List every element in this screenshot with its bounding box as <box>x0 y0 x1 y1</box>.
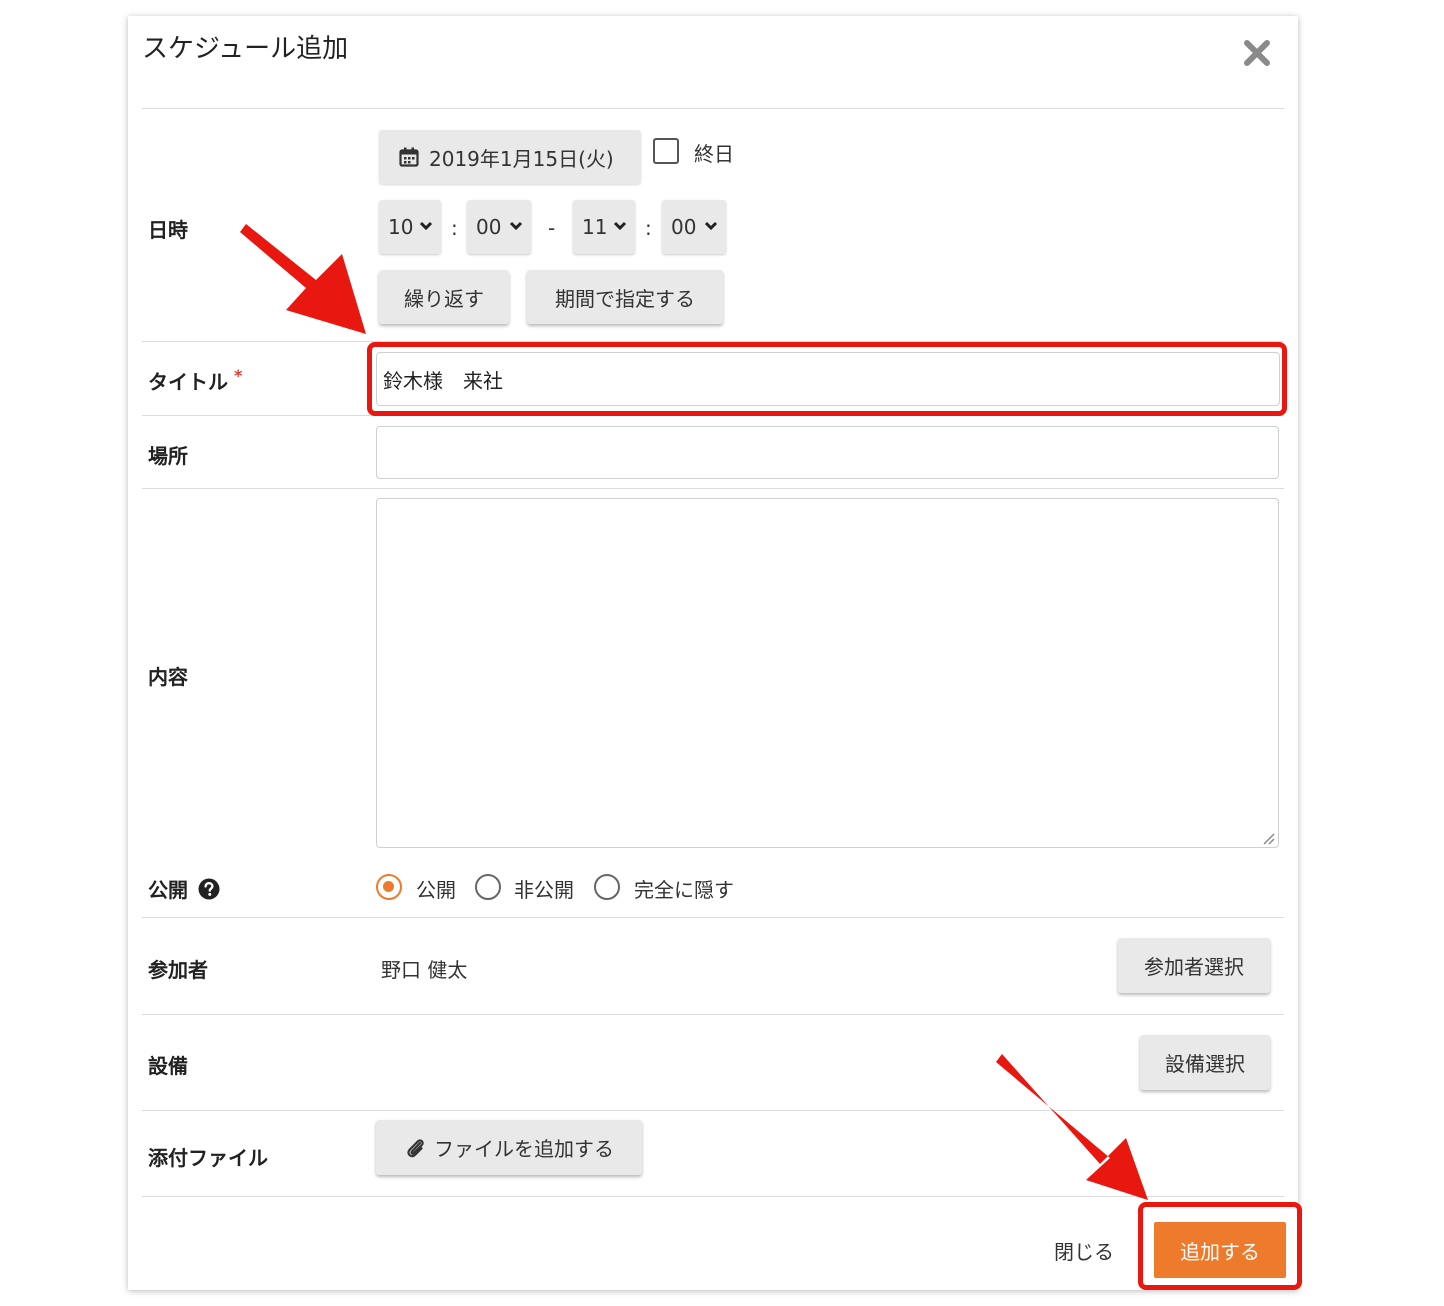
divider <box>142 108 1284 109</box>
required-mark: * <box>234 366 243 385</box>
divider <box>142 341 1284 342</box>
chevron-down-icon <box>419 221 433 231</box>
end-hour-value: 11 <box>582 215 608 239</box>
radio-public-label: 公開 <box>416 878 456 902</box>
calendar-icon <box>399 147 419 167</box>
chevron-down-icon <box>704 221 718 231</box>
place-input[interactable] <box>376 426 1279 479</box>
repeat-button[interactable]: 繰り返す <box>379 270 509 324</box>
title-label: タイトル * <box>148 366 242 395</box>
place-label: 場所 <box>148 444 188 468</box>
allday-label: 終日 <box>694 142 734 166</box>
resize-handle-icon[interactable] <box>1261 831 1275 845</box>
question-circle-icon[interactable] <box>198 878 220 900</box>
range-separator: - <box>548 216 556 240</box>
visibility-label: 公開 <box>148 874 220 903</box>
title-input[interactable]: 鈴木様 来社 <box>376 352 1280 406</box>
content-label: 内容 <box>148 665 188 689</box>
equipment-select-button[interactable]: 設備選択 <box>1140 1035 1270 1090</box>
dialog-title: スケジュール追加 <box>142 34 349 64</box>
close-icon[interactable] <box>1242 38 1272 68</box>
date-picker-button[interactable]: 2019年1月15日(火) <box>379 130 641 184</box>
period-button[interactable]: 期間で指定する <box>527 270 723 324</box>
time-separator: : <box>645 216 652 240</box>
participant-select-button[interactable]: 参加者選択 <box>1118 938 1270 993</box>
start-minute-value: 00 <box>476 215 502 239</box>
divider <box>142 1196 1284 1197</box>
end-minute-value: 00 <box>671 215 697 239</box>
date-value: 2019年1月15日(火) <box>429 146 614 171</box>
divider <box>142 488 1284 489</box>
end-minute-select[interactable]: 00 <box>662 200 726 254</box>
chevron-down-icon <box>613 221 627 231</box>
radio-hidden-label: 完全に隠す <box>634 878 734 902</box>
end-hour-select[interactable]: 11 <box>573 200 635 254</box>
divider <box>142 1110 1284 1111</box>
schedule-dialog: スケジュール追加 日時 2019年1月15日(火) 終日 10 : 00 - 1… <box>128 16 1298 1290</box>
start-hour-value: 10 <box>388 215 414 239</box>
start-hour-select[interactable]: 10 <box>379 200 441 254</box>
attachment-label: 添付ファイル <box>148 1146 268 1170</box>
paperclip-icon <box>407 1138 424 1157</box>
start-minute-select[interactable]: 00 <box>467 200 531 254</box>
add-schedule-button[interactable]: 追加する <box>1154 1222 1286 1278</box>
time-separator: : <box>451 216 458 240</box>
divider <box>142 917 1284 918</box>
radio-private[interactable] <box>475 874 501 900</box>
radio-hidden[interactable] <box>594 874 620 900</box>
radio-public[interactable] <box>376 874 402 900</box>
chevron-down-icon <box>509 221 523 231</box>
allday-checkbox[interactable] <box>653 138 679 164</box>
add-file-button[interactable]: ファイルを追加する <box>376 1120 642 1175</box>
close-link[interactable]: 閉じる <box>1054 1236 1114 1265</box>
add-file-label: ファイルを追加する <box>434 1137 614 1161</box>
equipment-label: 設備 <box>148 1054 188 1078</box>
datetime-label: 日時 <box>148 218 188 242</box>
participants-label: 参加者 <box>148 958 208 982</box>
radio-private-label: 非公開 <box>514 878 574 902</box>
title-label-text: タイトル <box>148 370 228 394</box>
visibility-label-text: 公開 <box>148 878 188 902</box>
divider <box>142 1014 1284 1015</box>
divider <box>142 415 1284 416</box>
content-textarea[interactable] <box>376 498 1279 848</box>
participant-name: 野口 健太 <box>381 958 468 982</box>
